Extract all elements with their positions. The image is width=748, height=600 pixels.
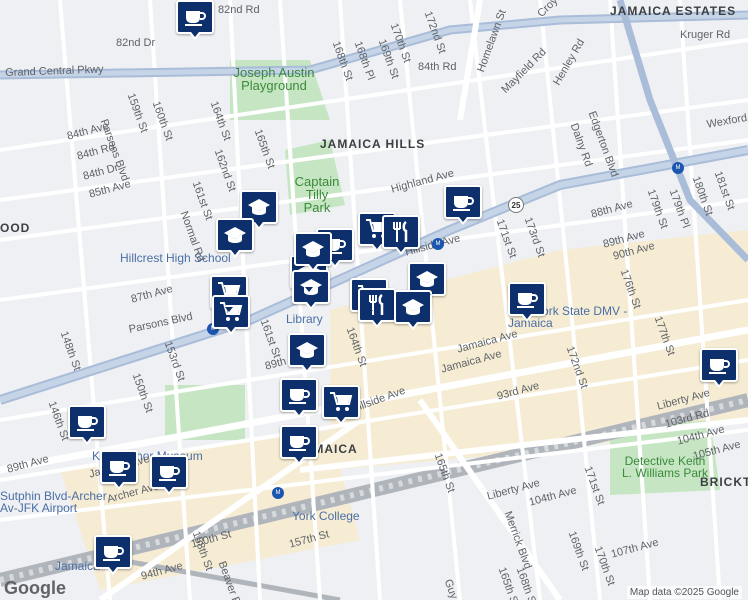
- map-marker[interactable]: [212, 295, 250, 335]
- map-marker[interactable]: [444, 185, 482, 225]
- cafe-icon: [515, 288, 539, 310]
- school-icon: [301, 238, 325, 260]
- street-label: 84th Rd: [418, 61, 457, 73]
- street-label: 82nd Dr: [116, 37, 156, 49]
- cafe-icon: [107, 456, 131, 478]
- cafe-icon: [451, 191, 475, 213]
- school-icon: [295, 339, 319, 361]
- map-marker[interactable]: [700, 348, 738, 388]
- poi-label-york-college: York College: [292, 509, 360, 523]
- poi-label-hillcrest: Hillcrest High School: [120, 251, 231, 265]
- map-marker[interactable]: [382, 215, 420, 255]
- map-marker[interactable]: [322, 385, 360, 425]
- map-marker[interactable]: [508, 282, 546, 322]
- poi-label-jamaica-station: Jamaica: [55, 559, 100, 573]
- cafe-icon: [157, 461, 181, 483]
- shopping-cart-icon: [219, 301, 243, 323]
- park-label-captain-tilly: Captain Tilly Park: [294, 174, 340, 215]
- park-label-joseph-austin: Joseph Austin Playground: [233, 65, 315, 93]
- subway-icon: M: [672, 162, 684, 174]
- area-label-jamaica-hills: JAMAICA HILLS: [320, 137, 426, 151]
- cafe-icon: [101, 541, 125, 563]
- map-marker[interactable]: [100, 450, 138, 490]
- map-marker[interactable]: [294, 232, 332, 272]
- map-canvas[interactable]: JAMAICA HILLS JAMAICA ESTATES JAMAICA BR…: [0, 0, 748, 600]
- map-marker[interactable]: [288, 333, 326, 373]
- cafe-icon: [287, 384, 311, 406]
- google-logo: Google: [4, 578, 66, 598]
- cafe-icon: [707, 354, 731, 376]
- map-marker[interactable]: [280, 425, 318, 465]
- area-label-jamaica-estates: JAMAICA ESTATES: [610, 4, 737, 18]
- street-label: 82nd Rd: [218, 4, 260, 16]
- subway-icon: M: [432, 238, 444, 250]
- highway-shield: 25: [508, 197, 524, 213]
- map-marker[interactable]: [280, 378, 318, 418]
- map-credit: Map data ©2025 Google: [626, 586, 742, 599]
- map-marker[interactable]: [358, 288, 396, 328]
- cafe-icon: [287, 431, 311, 453]
- school-icon: [401, 296, 425, 318]
- restaurant-icon: [389, 221, 413, 243]
- poi-label-library: Library: [286, 312, 323, 326]
- area-label-ood: OOD: [0, 221, 31, 235]
- map-marker[interactable]: [216, 218, 254, 258]
- school-icon: [247, 196, 271, 218]
- map-marker[interactable]: [68, 405, 106, 445]
- map-marker[interactable]: [94, 535, 132, 575]
- subway-icon: M: [272, 487, 284, 499]
- cafe-icon: [183, 6, 207, 28]
- poi-label-sutphin: Sutphin Blvd-Archer Av-JFK Airport: [0, 489, 107, 515]
- map-marker[interactable]: [176, 0, 214, 40]
- school-icon: [223, 224, 247, 246]
- map-marker[interactable]: [150, 455, 188, 495]
- shopping-cart-icon: [329, 391, 353, 413]
- school-icon: [415, 268, 439, 290]
- cafe-icon: [75, 411, 99, 433]
- street-label: Kruger Rd: [680, 29, 731, 41]
